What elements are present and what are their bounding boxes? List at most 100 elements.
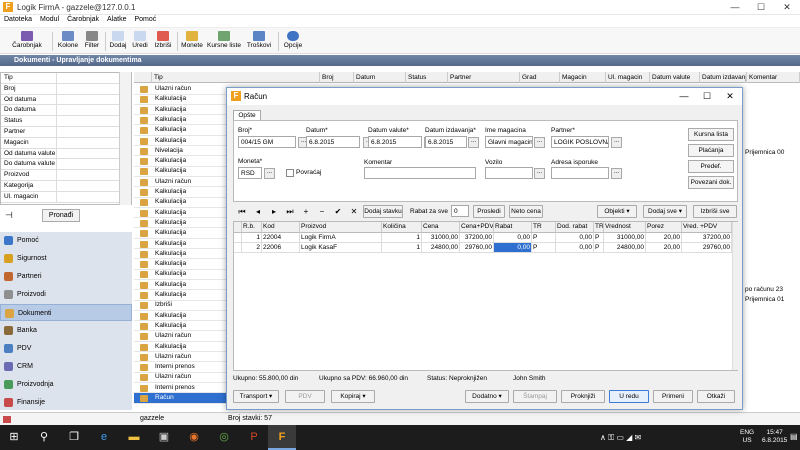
col-datum-izdavanja[interactable]: Datum izdavanja [700,72,747,83]
filter-magacin[interactable]: Magacin [1,137,131,149]
kopiraj-dropdown[interactable]: Kopiraj ▾ [331,390,375,403]
filter-do-datuma-valute[interactable]: Do datuma valute [1,159,131,171]
filter-button[interactable]: Filter [82,30,102,53]
col-grad[interactable]: Grad [520,72,560,83]
chrome-icon[interactable]: ◎ [210,425,238,450]
delete-button[interactable]: Izbriši [152,30,174,53]
line-cell[interactable]: 1 [382,233,422,243]
filter-scrollbar[interactable] [119,72,131,205]
line-cell[interactable]: 31000,00 [604,233,646,243]
notifications-icon[interactable]: ▤ [790,432,798,441]
placanja-button[interactable]: Plaćanja [688,144,734,157]
minimize-icon[interactable]: — [722,0,748,14]
col-datum-valute[interactable]: Datum valute [650,72,700,83]
remove-row-icon[interactable]: − [317,206,327,217]
table-row[interactable]: Ulazni račun [134,331,229,342]
logik-firma-taskbar-icon[interactable]: F [268,425,296,450]
line-cell[interactable]: 1 [382,243,422,253]
filter-do-datuma[interactable]: Do datuma [1,105,131,117]
lcol-rabat[interactable]: Rabat [494,222,532,233]
table-row[interactable]: Kalkulacija [134,94,229,105]
komentar-field[interactable] [364,167,476,179]
lcol-tr[interactable]: TR [532,222,556,233]
nav-proizvodi[interactable]: Proizvodi [0,286,132,303]
line-cell[interactable]: 0,00 [494,233,532,243]
lcol-vred-pdv[interactable]: Vred. +PDV [682,222,732,233]
line-cell[interactable]: 1 [242,233,262,243]
table-row[interactable]: Račun [134,393,229,404]
nav-banka[interactable]: Banka [0,322,132,339]
table-row[interactable]: Ulazni račun [134,372,229,383]
filter-proizvod[interactable]: Proizvod [1,170,131,181]
edit-button[interactable]: Uredi [130,30,150,53]
primeni-button[interactable]: Primeni [653,390,693,403]
table-row[interactable]: Kalkulacija [134,342,229,353]
table-row[interactable]: Nivelacija [134,146,229,157]
exchange-rates-button[interactable]: Kursne liste [206,30,242,53]
moneta-lookup-button[interactable]: ... [264,168,275,179]
col-broj[interactable]: Broj [320,72,354,83]
maximize-icon[interactable]: ☐ [748,0,774,14]
adresa-lookup-button[interactable]: ... [611,168,622,179]
nav-finansije[interactable]: Finansije [0,394,132,411]
clock[interactable]: 15:47 6.8.2015 [762,429,787,445]
lcol-proizvod[interactable]: Proizvod [300,222,382,233]
neto-cena-button[interactable]: Neto cena [509,205,543,218]
filter-tip[interactable]: Tip [1,73,131,84]
next-record-icon[interactable]: ▸ [269,206,279,217]
transport-dropdown[interactable]: Transport ▾ [233,390,279,403]
table-row[interactable]: Kalkulacija [134,218,229,229]
stampaj-button[interactable]: Štampaj [513,390,557,403]
table-row[interactable]: Kalkulacija [134,115,229,126]
confirm-row-icon[interactable]: ✔ [333,206,343,217]
lcol-porez[interactable]: Porez [646,222,682,233]
pin-icon[interactable]: ⊣ [5,211,15,220]
search-icon[interactable]: ⚲ [30,425,58,450]
line-cell[interactable]: 22006 [262,243,300,253]
line-cell[interactable]: 0,00 [556,243,594,253]
line-cell[interactable]: 22004 [262,233,300,243]
tray-icons[interactable]: ∧ ⚿ ▭ ◢ ✉ [600,433,641,443]
nav-crm[interactable]: CRM [0,358,132,375]
table-row[interactable]: Kalkulacija [134,197,229,208]
pdv-button[interactable]: PDV [285,390,325,403]
adresa-field[interactable] [551,167,609,179]
nav-pomoc[interactable]: Pomoć [0,232,132,249]
line-cell[interactable]: 20,00 [646,233,682,243]
find-button[interactable]: Pronađi [42,209,80,222]
lcol-kod[interactable]: Kod [262,222,300,233]
dialog-maximize-icon[interactable]: ☐ [696,89,718,104]
task-view-icon[interactable]: ❐ [60,425,88,450]
dialog-close-icon[interactable]: ✕ [719,89,741,104]
line-cell[interactable]: 37200,00 [460,233,494,243]
broj-field[interactable]: 004/15 GM [238,136,296,148]
table-row[interactable]: Kalkulacija [134,187,229,198]
objekti-dropdown[interactable]: Objekti ▾ [597,205,637,218]
predef-button[interactable]: Predef. [688,160,734,173]
col-tip[interactable]: Tip [152,72,320,83]
table-row[interactable]: Kalkulacija [134,259,229,270]
menu-datoteka[interactable]: Datoteka [0,15,36,24]
first-record-icon[interactable]: ⏮ [237,206,247,217]
lcol-rb[interactable]: R.b. [242,222,262,233]
vozilo-field[interactable] [485,167,533,179]
columns-button[interactable]: Kolone [56,30,80,53]
prev-record-icon[interactable]: ◂ [253,206,263,217]
datum-izdavanja-picker-button[interactable]: ... [468,137,479,148]
table-row[interactable]: Kalkulacija [134,125,229,136]
line-cell[interactable]: 29760,00 [460,243,494,253]
line-cell[interactable]: P [532,233,556,243]
edge-browser-icon[interactable]: e [90,425,118,450]
datum-izdavanja-field[interactable]: 6.8.2015 [425,136,467,148]
partner-lookup-button[interactable]: ... [611,137,622,148]
firefox-icon[interactable]: ◉ [180,425,208,450]
nav-dokumenti[interactable]: Dokumenti [0,304,132,321]
close-icon[interactable]: ✕ [774,0,800,14]
line-cell[interactable]: 20,00 [646,243,682,253]
filter-partner[interactable]: Partner [1,126,131,138]
filter-od-datuma[interactable]: Od datuma [1,94,131,106]
proknjizi-button[interactable]: Proknjiži [561,390,605,403]
partner-field[interactable]: LOGIK POSLOVNA F [551,136,609,148]
table-row[interactable]: Ulazni račun [134,84,229,95]
filter-status[interactable]: Status [1,116,131,127]
